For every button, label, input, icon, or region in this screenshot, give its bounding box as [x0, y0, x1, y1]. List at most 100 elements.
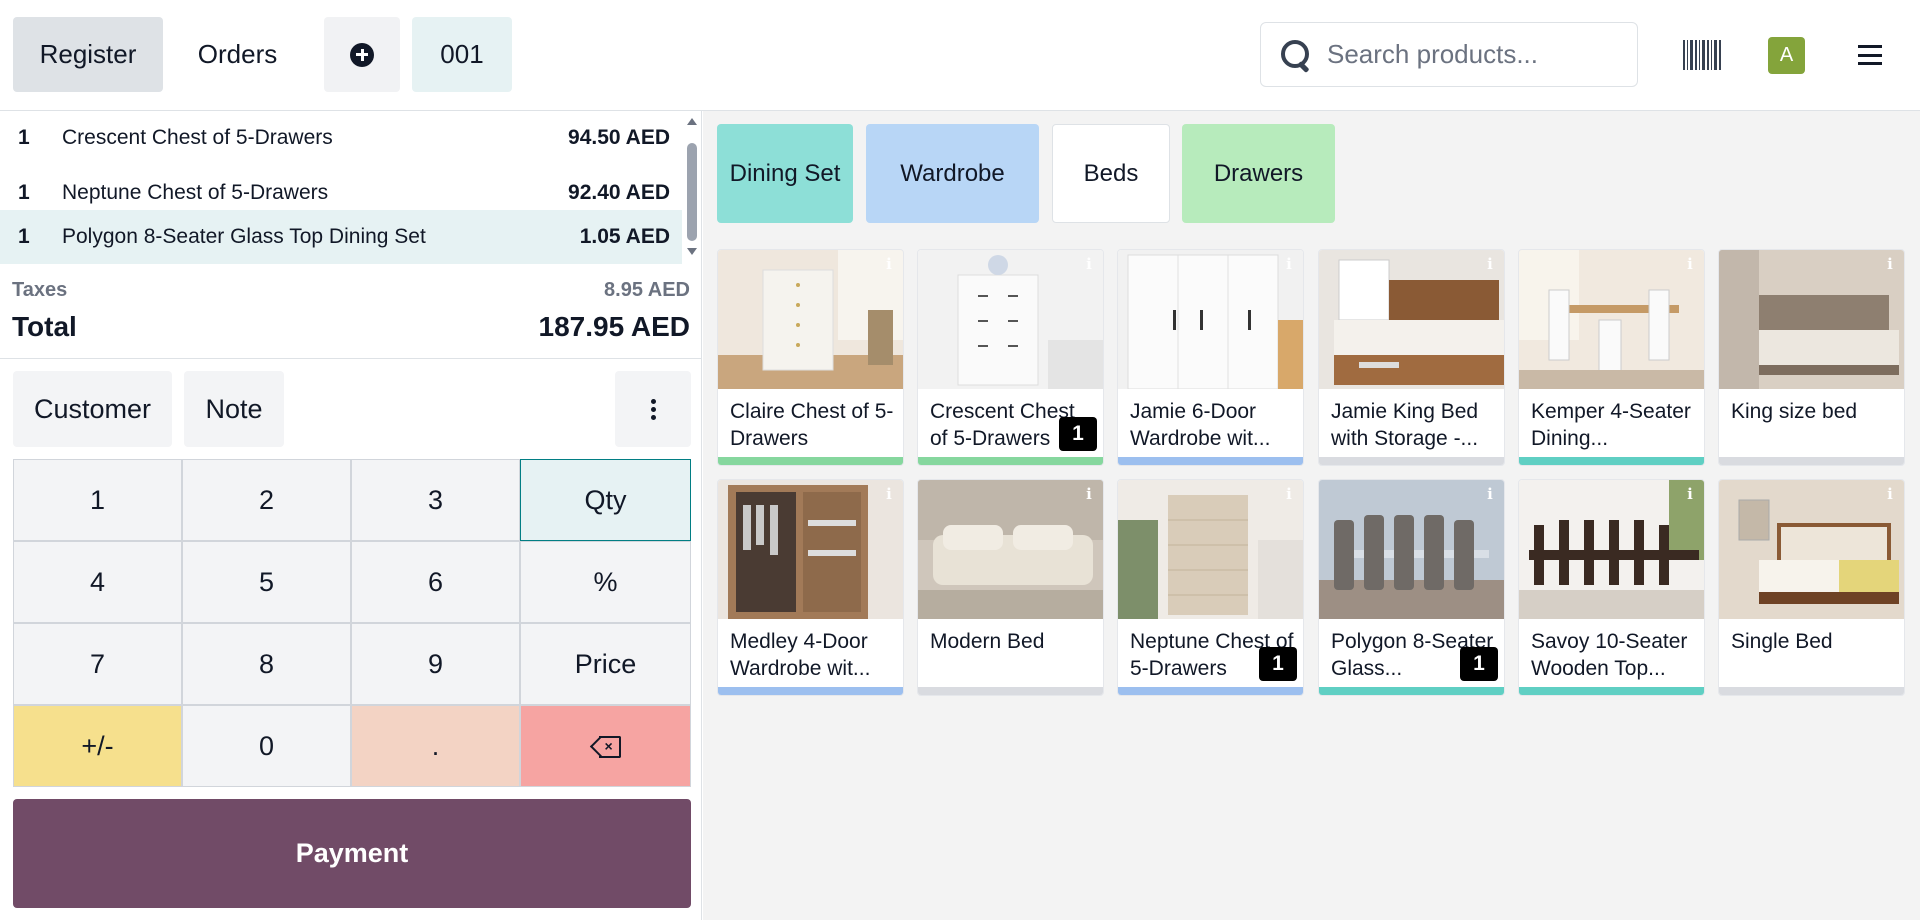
- product-image: [1118, 250, 1303, 389]
- product-image: [1319, 480, 1504, 619]
- product-card[interactable]: i Savoy 10-Seater Wooden Top...: [1518, 479, 1705, 696]
- total-value: 187.95 AED: [538, 311, 691, 342]
- product-image: [1519, 480, 1704, 619]
- product-card[interactable]: i King size bed: [1718, 249, 1905, 466]
- category-drawers[interactable]: Drawers: [1182, 124, 1335, 223]
- barcode-icon[interactable]: [1683, 40, 1721, 70]
- product-info-icon[interactable]: i: [1680, 484, 1700, 504]
- order-line-selected[interactable]: 1 Polygon 8-Seater Glass Top Dining Set …: [0, 210, 682, 264]
- scroll-down-arrow-icon[interactable]: [687, 248, 697, 255]
- product-image: [1719, 480, 1904, 619]
- product-image: [1319, 250, 1504, 389]
- numpad-key-7[interactable]: 7: [13, 623, 182, 705]
- hamburger-menu-icon[interactable]: [1858, 45, 1882, 65]
- line-qty: 1: [18, 126, 30, 149]
- numpad-key-8[interactable]: 8: [182, 623, 351, 705]
- product-image: [918, 480, 1103, 619]
- taxes-value: 8.95 AED: [604, 279, 690, 301]
- order-tab-001[interactable]: 001: [412, 17, 512, 92]
- product-info-icon[interactable]: i: [1480, 484, 1500, 504]
- numpad-key-5[interactable]: 5: [182, 541, 351, 623]
- category-color-bar: [1118, 687, 1303, 695]
- product-card[interactable]: i Medley 4-Door Wardrobe wit...: [717, 479, 904, 696]
- numpad: 1 2 3 Qty 4 5 6 % 7 8 9 Price +/- 0 . ×: [13, 459, 691, 787]
- scroll-thumb[interactable]: [687, 143, 697, 241]
- product-image: [718, 250, 903, 389]
- order-lines-scrollbar[interactable]: [686, 111, 698, 264]
- numpad-backspace[interactable]: ×: [520, 705, 691, 787]
- product-info-icon[interactable]: i: [1279, 484, 1299, 504]
- vertical-dots-icon: [650, 406, 656, 412]
- product-card[interactable]: i Jamie King Bed with Storage -...: [1318, 249, 1505, 466]
- line-qty: 1: [18, 225, 30, 248]
- product-card[interactable]: i Single Bed: [1718, 479, 1905, 696]
- category-dining-set[interactable]: Dining Set: [717, 124, 853, 223]
- product-info-icon[interactable]: i: [1279, 254, 1299, 274]
- product-card[interactable]: i Kemper 4-Seater Dining...: [1518, 249, 1705, 466]
- product-info-icon[interactable]: i: [879, 254, 899, 274]
- product-info-icon[interactable]: i: [1079, 484, 1099, 504]
- divider: [0, 358, 702, 359]
- product-name: Jamie King Bed with Storage -...: [1331, 400, 1479, 450]
- category-color-bar: [1719, 457, 1904, 465]
- product-info-icon[interactable]: i: [1880, 484, 1900, 504]
- numpad-decimal[interactable]: .: [351, 705, 520, 787]
- more-actions-button[interactable]: [615, 371, 691, 447]
- product-card[interactable]: i Jamie 6-Door Wardrobe wit...: [1117, 249, 1304, 466]
- note-button[interactable]: Note: [184, 371, 284, 447]
- product-card[interactable]: i Crescent Chest of 5-Drawers 1: [917, 249, 1104, 466]
- product-info-icon[interactable]: i: [879, 484, 899, 504]
- numpad-key-0[interactable]: 0: [182, 705, 351, 787]
- numpad-key-2[interactable]: 2: [182, 459, 351, 541]
- numpad-discount-mode[interactable]: %: [520, 541, 691, 623]
- product-name: Modern Bed: [930, 630, 1045, 653]
- customer-button[interactable]: Customer: [13, 371, 172, 447]
- numpad-key-4[interactable]: 4: [13, 541, 182, 623]
- register-button[interactable]: Register: [13, 17, 163, 92]
- product-card[interactable]: i Modern Bed: [917, 479, 1104, 696]
- taxes-row: Taxes 8.95 AED: [12, 279, 690, 302]
- category-color-bar: [1519, 457, 1704, 465]
- orders-button[interactable]: Orders: [175, 17, 300, 92]
- new-order-button[interactable]: [324, 17, 400, 92]
- category-color-bar: [918, 457, 1103, 465]
- line-product-name: Crescent Chest of 5-Drawers: [62, 126, 333, 149]
- category-color-bar: [718, 687, 903, 695]
- backspace-icon: ×: [591, 735, 621, 758]
- scroll-up-arrow-icon[interactable]: [687, 118, 697, 125]
- product-name: Jamie 6-Door Wardrobe wit...: [1130, 400, 1271, 450]
- numpad-key-1[interactable]: 1: [13, 459, 182, 541]
- product-info-icon[interactable]: i: [1880, 254, 1900, 274]
- category-color-bar: [718, 457, 903, 465]
- order-line[interactable]: 1 Crescent Chest of 5-Drawers 94.50 AED: [0, 111, 682, 165]
- order-lines: 1 Crescent Chest of 5-Drawers 94.50 AED …: [0, 111, 702, 264]
- product-name: Claire Chest of 5-Drawers: [730, 400, 894, 450]
- product-card[interactable]: i Neptune Chest of 5-Drawers 1: [1117, 479, 1304, 696]
- numpad-qty-mode[interactable]: Qty: [520, 459, 691, 541]
- product-qty-badge: 1: [1259, 647, 1297, 681]
- search-icon: [1279, 38, 1313, 72]
- numpad-key-9[interactable]: 9: [351, 623, 520, 705]
- line-price: 1.05 AED: [579, 225, 670, 248]
- line-price: 94.50 AED: [568, 126, 670, 149]
- line-product-name: Polygon 8-Seater Glass Top Dining Set: [62, 225, 426, 248]
- product-card[interactable]: i Polygon 8-Seater Glass... 1: [1318, 479, 1505, 696]
- payment-button[interactable]: Payment: [13, 799, 691, 908]
- numpad-key-3[interactable]: 3: [351, 459, 520, 541]
- product-image: [1519, 250, 1704, 389]
- product-name: Kemper 4-Seater Dining...: [1531, 400, 1691, 450]
- numpad-price-mode[interactable]: Price: [520, 623, 691, 705]
- product-info-icon[interactable]: i: [1079, 254, 1099, 274]
- numpad-plus-minus[interactable]: +/-: [13, 705, 182, 787]
- product-card[interactable]: i Claire Chest of 5-Drawers: [717, 249, 904, 466]
- category-color-bar: [1519, 687, 1704, 695]
- numpad-key-6[interactable]: 6: [351, 541, 520, 623]
- product-image: [718, 480, 903, 619]
- product-search[interactable]: [1260, 22, 1638, 87]
- category-wardrobe[interactable]: Wardrobe: [866, 124, 1039, 223]
- category-beds[interactable]: Beds: [1052, 124, 1170, 223]
- product-info-icon[interactable]: i: [1680, 254, 1700, 274]
- search-input[interactable]: [1327, 39, 1627, 70]
- user-avatar[interactable]: A: [1768, 37, 1805, 74]
- product-info-icon[interactable]: i: [1480, 254, 1500, 274]
